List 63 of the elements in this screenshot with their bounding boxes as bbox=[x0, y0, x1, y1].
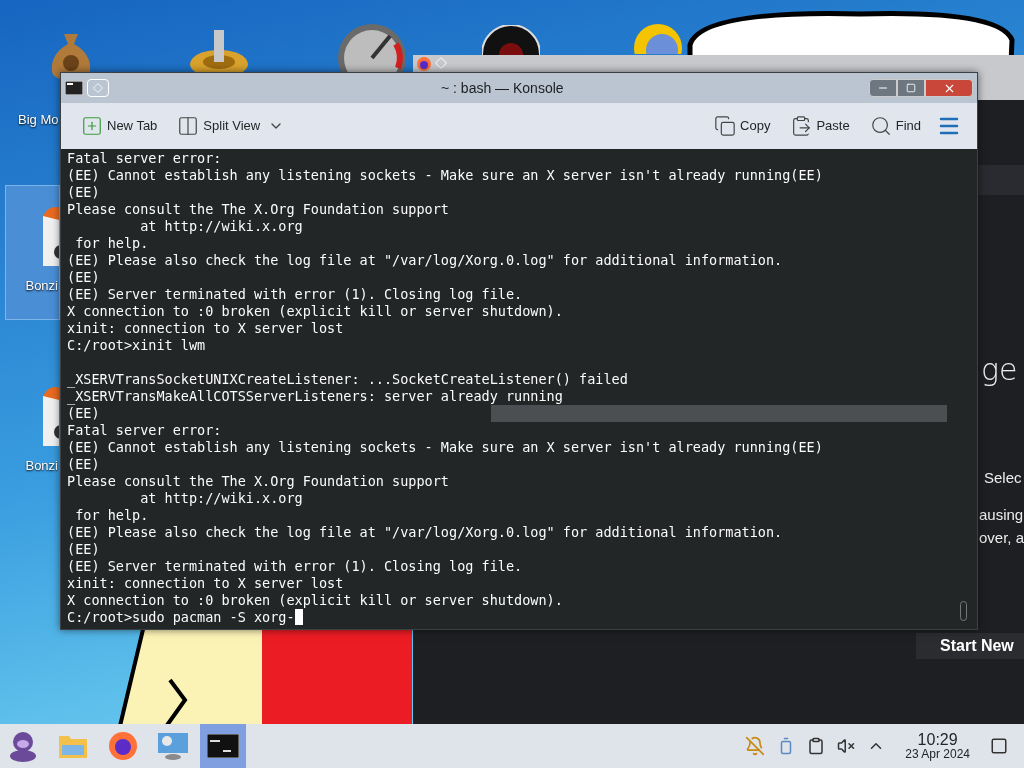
terminal-line: (EE) bbox=[67, 456, 100, 473]
terminal-line: Fatal server error: bbox=[67, 150, 222, 167]
clock-time[interactable]: 10:29 bbox=[917, 732, 958, 748]
body-text: ausing bbox=[979, 505, 1024, 525]
computer-icon bbox=[157, 731, 189, 761]
new-tab-icon bbox=[81, 115, 103, 137]
terminal-line: xinit: connection to X server lost bbox=[67, 575, 344, 592]
icon-label[interactable]: Big Mo bbox=[18, 110, 59, 130]
maximize-icon bbox=[906, 83, 916, 93]
terminal-line: Please consult the The X.Org Foundation support bbox=[67, 201, 449, 218]
terminal-line: Fatal server error: bbox=[67, 422, 222, 439]
window-title: ~ : bash — Konsole bbox=[441, 78, 564, 98]
toolbar-button[interactable]: Copy bbox=[710, 111, 775, 141]
toolbar-button[interactable]: Paste bbox=[786, 111, 854, 141]
browser-icon[interactable] bbox=[417, 57, 431, 71]
copy-icon bbox=[714, 115, 737, 137]
terminal-line: (EE) Cannot establish any listening sockets - Make sure an X server isn't already running(EE) bbox=[67, 167, 823, 184]
terminal-line: (EE) Server terminated with error (1). Closing log file. bbox=[67, 286, 523, 303]
terminal-line: _XSERVTransMakeAllCOTSServerListeners: server already running bbox=[67, 388, 563, 405]
maximize-button[interactable] bbox=[897, 79, 925, 97]
terminal-line: (EE) Server terminated with error (1). Closing log file. bbox=[67, 558, 523, 575]
gorilla-icon bbox=[8, 730, 38, 762]
terminal-line: (EE) Please also check the log file at "/var/log/Xorg.0.log" for additional information. bbox=[67, 252, 783, 269]
close-button[interactable] bbox=[925, 79, 973, 97]
terminal-line: Please consult the The X.Org Foundation support bbox=[67, 473, 449, 490]
body-text: Selec bbox=[984, 468, 1022, 488]
terminal-line: (EE) bbox=[67, 184, 100, 201]
terminal-line: for help. bbox=[74, 507, 149, 524]
terminal-line: xinit: connection to X server lost bbox=[67, 320, 344, 337]
terminal-line: X connection to :0 broken (explicit kill or server shutdown). bbox=[67, 592, 563, 609]
pin-icon bbox=[93, 83, 103, 93]
show-desktop-icon[interactable] bbox=[990, 737, 1008, 755]
terminal-icon bbox=[207, 734, 239, 758]
taskbar-button[interactable] bbox=[200, 724, 246, 768]
body-text: over, a bbox=[979, 528, 1024, 548]
terminal-line: C:/root>xinit lwm bbox=[67, 337, 206, 354]
terminal-icon[interactable] bbox=[65, 81, 83, 95]
clipboard-icon[interactable] bbox=[807, 737, 826, 755]
terminal-line: (EE) bbox=[67, 405, 100, 422]
browser-icon bbox=[108, 731, 138, 761]
terminal-line: at http://wiki.x.org bbox=[139, 218, 303, 235]
minimize-button[interactable] bbox=[869, 79, 897, 97]
start-new-button[interactable]: Start New bbox=[916, 633, 1024, 659]
toolbar-button[interactable]: Split View bbox=[173, 111, 265, 141]
folder-icon bbox=[58, 733, 88, 759]
toolbar-button[interactable]: New Tab bbox=[77, 111, 162, 141]
heading: ge bbox=[981, 351, 1018, 389]
terminal-line: (EE) Please also check the log file at "/var/log/Xorg.0.log" for additional information. bbox=[67, 524, 783, 541]
toolbar-button[interactable]: Find bbox=[865, 111, 925, 141]
terminal-line: (EE) bbox=[67, 541, 100, 558]
terminal-line: (EE) bbox=[67, 269, 100, 286]
clock-date[interactable]: 23 Apr 2024 bbox=[905, 748, 970, 760]
muted-speaker-icon[interactable] bbox=[837, 737, 856, 755]
clipboard-icon bbox=[790, 115, 813, 137]
search-icon bbox=[869, 115, 892, 137]
terminal-line: at http://wiki.x.org bbox=[139, 490, 303, 507]
text-cursor bbox=[294, 609, 303, 625]
terminal-line: (EE) Cannot establish any listening sockets - Make sure an X server isn't already running(EE) bbox=[67, 439, 823, 456]
split-view-icon bbox=[177, 115, 200, 137]
terminal-line: for help. bbox=[74, 235, 149, 252]
terminal-line: X connection to :0 broken (explicit kill or server shutdown). bbox=[67, 303, 563, 320]
terminal-line: _XSERVTransSocketUNIXCreateListener: ...SocketCreateListener() failed bbox=[67, 371, 628, 388]
command-line: C:/root>sudo pacman -S xorg- bbox=[67, 609, 295, 626]
